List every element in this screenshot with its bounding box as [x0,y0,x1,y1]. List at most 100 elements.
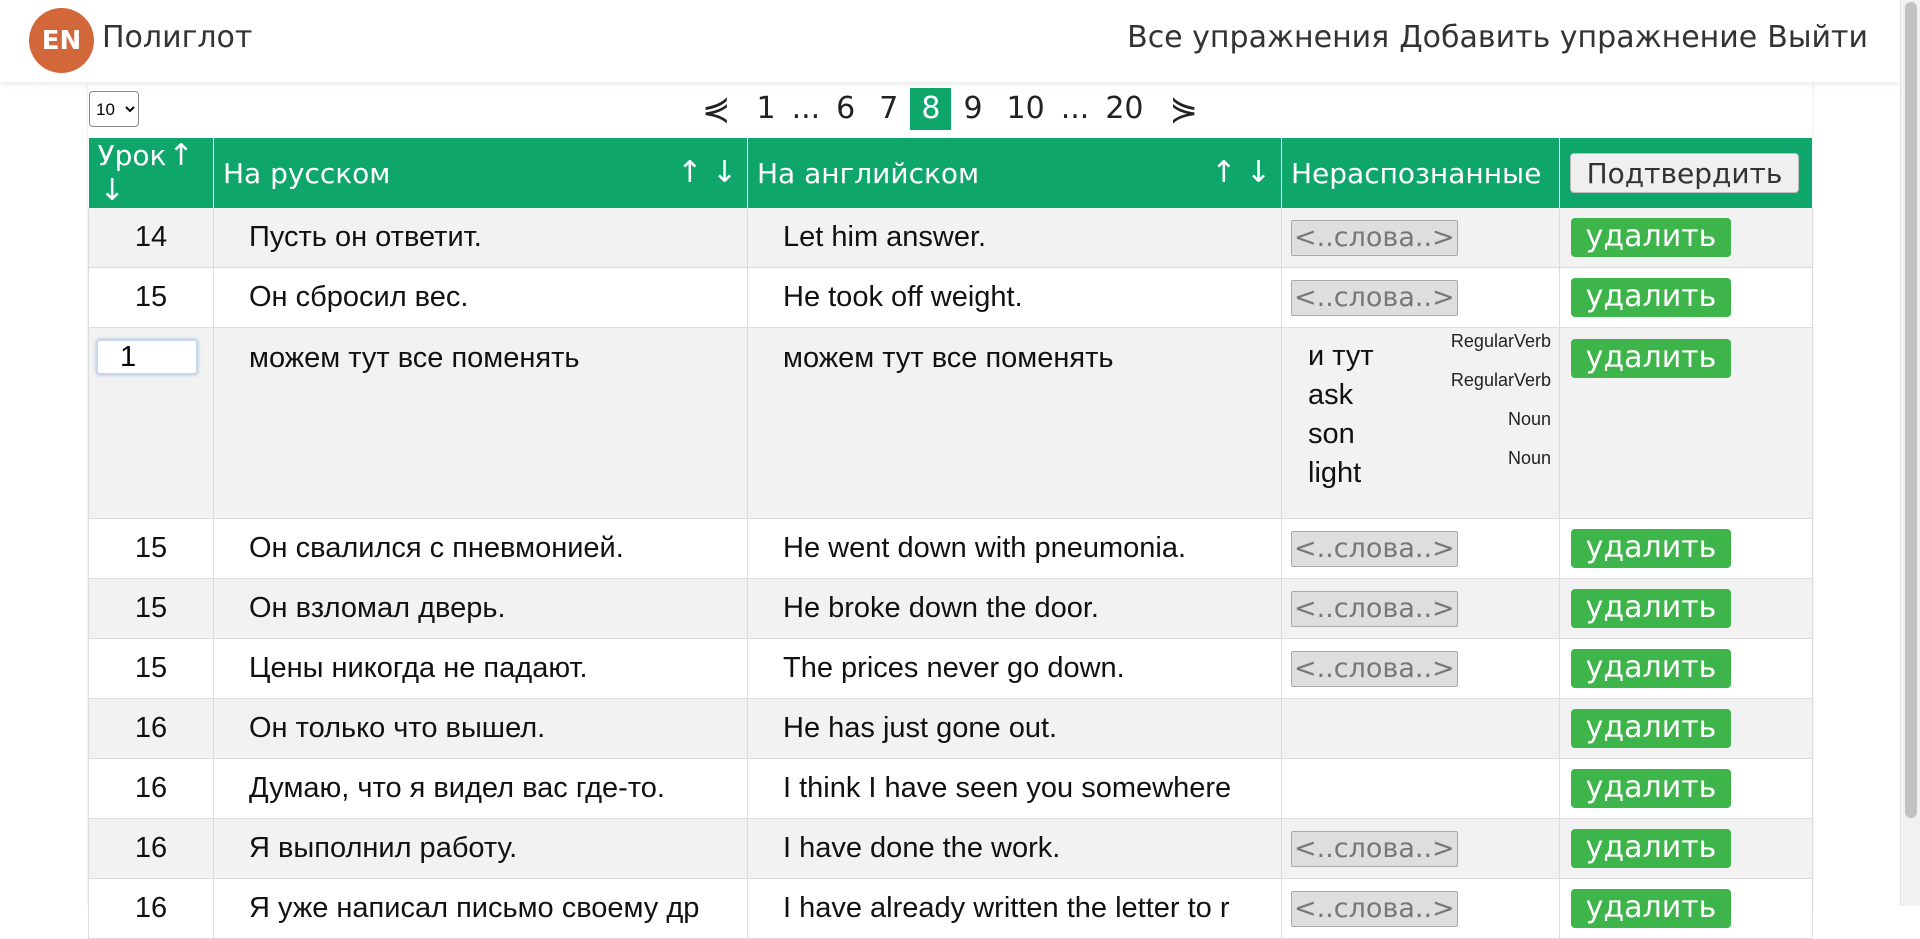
table-row[interactable]: 15 Он взломал дверь. He broke down the doo… [88,578,1813,639]
scrollbar-thumb[interactable] [1905,2,1917,818]
cell-unknown-words [1281,758,1560,819]
cell-ru-sentence[interactable]: Цены никогда не падают. [213,638,748,699]
pager-page-8-current[interactable]: 8 [910,88,952,130]
cell-lesson: 16 [88,758,214,819]
sort-arrows-icon[interactable]: ↑ ↓ [1211,155,1271,190]
table-row[interactable]: 15 Цены никогда не падают. The prices neve… [88,638,1813,699]
col-header-ru-label: На русском [223,156,391,190]
words-placeholder-button[interactable]: <..слова..> [1291,279,1458,316]
words-placeholder-button[interactable]: <..слова..> [1291,590,1458,627]
app-logo[interactable]: EN [29,8,94,73]
cell-ru-sentence[interactable]: Пусть он ответит. [213,208,748,268]
cell-unknown-words: и тут RegularVerb ask RegularVerb son Noun lig… [1281,327,1560,519]
cell-en-sentence[interactable]: He took off weight. [747,267,1282,328]
words-placeholder-button[interactable]: <..слова..> [1291,530,1458,567]
delete-button[interactable]: удалить [1571,529,1731,568]
nav-all-exercises[interactable]: Все упражнения [1127,20,1389,55]
table-header-row: Урок↑ ↓ На русском ↑ ↓ На английском ↑ ↓… [88,138,1813,208]
cell-en-sentence[interactable]: He broke down the door. [747,578,1282,639]
words-placeholder-button[interactable]: <..слова..> [1291,650,1458,687]
cell-ru-sentence[interactable]: Я уже написал письмо своему др [213,878,748,939]
app-name[interactable]: Полиглот [102,20,252,55]
pager-next-button[interactable]: ⋟ [1156,88,1213,130]
cell-en-sentence[interactable]: Let him answer. [747,208,1282,268]
pager-page-6[interactable]: 6 [824,88,867,130]
cell-ru-sentence[interactable]: Он взломал дверь. [213,578,748,639]
exercises-panel: ⋞ 1 ... 6 7 8 9 10 ... 20 ⋟ 10 Урок↑ ↓ Н… [88,82,1813,939]
pager-page-10[interactable]: 10 [995,88,1057,130]
table-row[interactable]: 16 Я выполнил работу. I have done the work… [88,818,1813,879]
table-row[interactable]: 16 Я уже написал письмо своему др I have a… [88,878,1813,939]
unknown-word-item[interactable]: light Noun [1308,448,1559,496]
cell-lesson: 14 [88,208,214,268]
table-row[interactable]: 15 Он свалился с пневмонией. He went down … [88,518,1813,579]
nav-logout[interactable]: Выйти [1767,20,1868,55]
delete-button[interactable]: удалить [1571,889,1731,928]
words-placeholder-button[interactable]: <..слова..> [1291,890,1458,927]
cell-actions: удалить [1559,758,1813,819]
delete-button[interactable]: удалить [1571,649,1731,688]
cell-actions: удалить [1559,818,1813,879]
cell-ru-sentence[interactable]: Он свалился с пневмонией. [213,518,748,579]
vertical-scrollbar[interactable] [1900,0,1920,906]
col-header-en[interactable]: На английском ↑ ↓ [747,138,1282,208]
delete-button[interactable]: удалить [1571,709,1731,748]
cell-en-sentence[interactable]: The prices never go down. [747,638,1282,699]
delete-button[interactable]: удалить [1571,589,1731,628]
cell-actions: удалить [1559,578,1813,639]
cell-en-sentence[interactable]: He went down with pneumonia. [747,518,1282,579]
sort-up-icon[interactable]: ↑ [168,138,193,173]
confirm-button[interactable]: Подтвердить [1570,153,1799,193]
lesson-input[interactable] [96,339,198,375]
unknown-word: ask [1308,379,1354,411]
cell-unknown-words: <..слова..> [1281,818,1560,879]
table-body: 14 Пусть он ответит. Let him answer. <..сло… [88,208,1813,939]
nav-add-exercise[interactable]: Добавить упражнение [1399,20,1757,55]
cell-en-sentence[interactable]: можем тут все поменять [747,327,1282,519]
cell-ru-sentence[interactable]: Я выполнил работу. [213,818,748,879]
delete-button[interactable]: удалить [1571,339,1731,378]
delete-button[interactable]: удалить [1571,829,1731,868]
col-header-ru[interactable]: На русском ↑ ↓ [213,138,748,208]
cell-actions: удалить [1559,878,1813,939]
sort-arrows-icon[interactable]: ↑ ↓ [677,155,737,190]
table-row[interactable]: 15 Он сбросил вес. He took off weight. <..с… [88,267,1813,328]
pager-page-20[interactable]: 20 [1093,88,1155,130]
delete-button[interactable]: удалить [1571,218,1731,257]
col-header-lesson[interactable]: Урок↑ ↓ [88,138,214,208]
cell-lesson: 15 [88,578,214,639]
cell-actions: удалить [1559,327,1813,519]
words-placeholder-button[interactable]: <..слова..> [1291,219,1458,256]
cell-en-sentence[interactable]: I have done the work. [747,818,1282,879]
delete-button[interactable]: удалить [1571,278,1731,317]
cell-unknown-words: <..слова..> [1281,208,1560,268]
table-row[interactable]: 16 Он только что вышел. He has just gone o… [88,698,1813,759]
table-row[interactable]: 14 Пусть он ответит. Let him answer. <..сло… [88,208,1813,268]
pager-page-7[interactable]: 7 [867,88,910,130]
cell-en-sentence[interactable]: He has just gone out. [747,698,1282,759]
cell-en-sentence[interactable]: I have already written the letter to r [747,878,1282,939]
col-header-unknown: Нераспознанные [1281,138,1560,208]
col-header-lesson-label: Урок [97,139,167,172]
cell-ru-sentence[interactable]: Думаю, что я видел вас где-то. [213,758,748,819]
sort-down-icon[interactable]: ↓ [100,173,125,208]
table-row[interactable]: 16 Думаю, что я видел вас где-то. I think … [88,758,1813,819]
cell-ru-sentence[interactable]: можем тут все поменять [213,327,748,519]
cell-lesson: 15 [88,638,214,699]
pager-page-9[interactable]: 9 [951,88,994,130]
pager-prev-button[interactable]: ⋞ [688,88,745,130]
pager-page-1[interactable]: 1 [744,88,787,130]
cell-actions: удалить [1559,267,1813,328]
cell-ru-sentence[interactable]: Он сбросил вес. [213,267,748,328]
page-size-select[interactable]: 10 [89,91,139,127]
cell-unknown-words: <..слова..> [1281,878,1560,939]
cell-unknown-words: <..слова..> [1281,578,1560,639]
pagination: ⋞ 1 ... 6 7 8 9 10 ... 20 ⋟ [88,88,1812,130]
cell-en-sentence[interactable]: I think I have seen you somewhere [747,758,1282,819]
cell-ru-sentence[interactable]: Он только что вышел. [213,698,748,759]
col-header-unknown-label: Нераспознанные [1291,156,1542,190]
delete-button[interactable]: удалить [1571,769,1731,808]
table-row-editing[interactable]: можем тут все поменятьможем тут все поме… [88,327,1813,519]
unknown-words-list: и тут RegularVerb ask RegularVerb son Noun lig… [1282,328,1559,496]
words-placeholder-button[interactable]: <..слова..> [1291,830,1458,867]
